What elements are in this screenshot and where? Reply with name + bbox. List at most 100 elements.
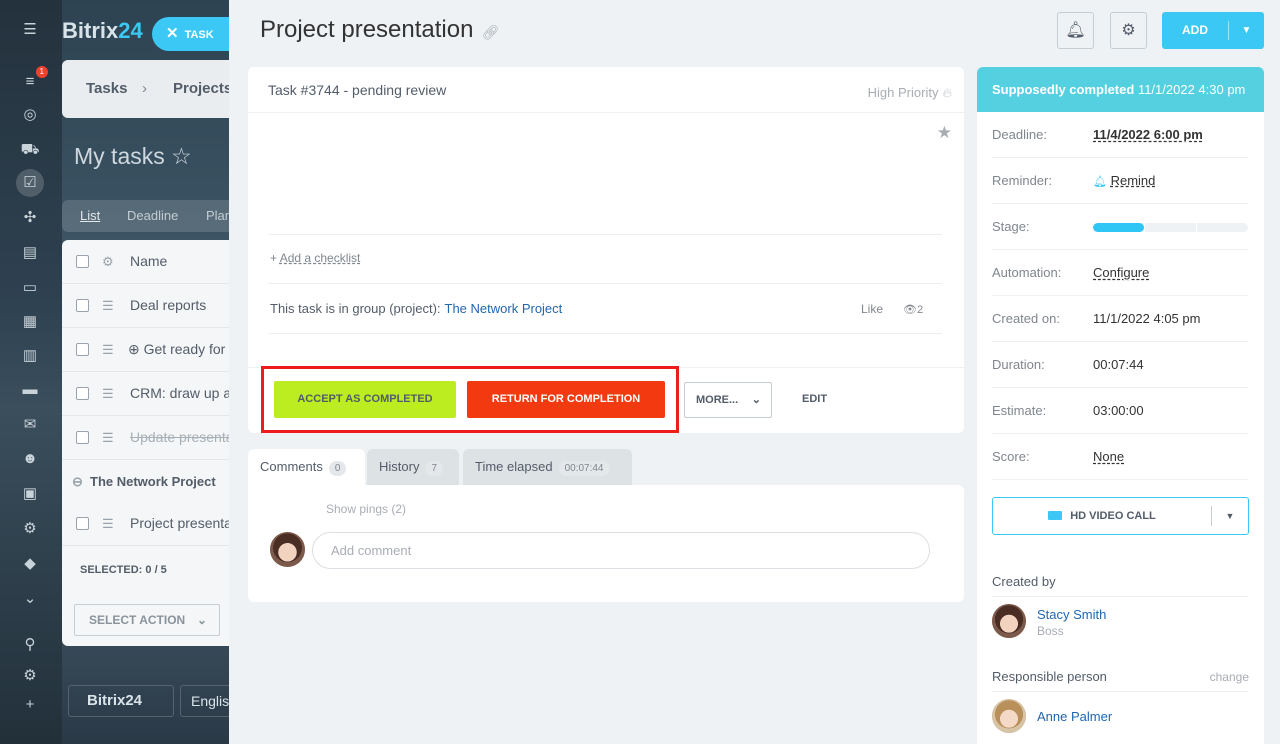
return-for-completion-button[interactable]: RETURN FOR COMPLETION: [467, 381, 665, 418]
responsible-label: Responsible person: [992, 669, 1107, 684]
link-icon[interactable]: 🔗︎: [481, 24, 499, 40]
duration-row: Duration: 00:07:44: [992, 342, 1248, 388]
chevron-down-icon: ⌄: [751, 394, 761, 406]
robot-icon[interactable]: ⚙: [20, 519, 40, 539]
responsible-name[interactable]: Anne Palmer: [1037, 709, 1112, 724]
bell-icon: 🔔︎: [1093, 176, 1107, 188]
select-action-dropdown[interactable]: SELECT ACTION ⌄: [74, 604, 220, 636]
calendar-icon[interactable]: ▦: [20, 312, 40, 332]
target-icon[interactable]: ◎: [20, 105, 40, 125]
more-icon[interactable]: ⌄: [20, 589, 40, 609]
deadline-row: Deadline: 11/4/2022 6:00 pm: [992, 112, 1248, 158]
creator-role: Boss: [1037, 624, 1064, 638]
divider: [992, 596, 1248, 597]
deadline-value[interactable]: 11/4/2022 6:00 pm: [1093, 127, 1203, 142]
tasks-icon[interactable]: ☑: [16, 169, 44, 197]
hd-video-call-button[interactable]: HD VIDEO CALL ▼: [992, 497, 1249, 535]
avatar[interactable]: [992, 699, 1026, 733]
table-row[interactable]: ☰ CRM: draw up a: [62, 372, 231, 416]
task-card: Task #3744 - pending review High Priorit…: [248, 67, 964, 433]
table-row[interactable]: ☰ Deal reports: [62, 284, 230, 328]
tab-history[interactable]: History 7: [367, 449, 459, 485]
task-slider: Project presentation 🔗︎ 🔔︎ ⚙ ADD ▼ Task #…: [229, 0, 1280, 744]
tab-list[interactable]: List: [80, 208, 100, 223]
menu-icon[interactable]: ☰: [102, 430, 114, 446]
activity-stream-icon[interactable]: ≡ 1: [20, 66, 48, 92]
settings-button[interactable]: ⚙: [1110, 12, 1147, 49]
add-button[interactable]: ADD ▼: [1162, 12, 1264, 49]
page-title: My tasks ☆: [74, 143, 192, 169]
view-tabs: List Deadline Plan: [62, 200, 232, 232]
chevron-down-icon[interactable]: ▼: [1212, 498, 1248, 534]
groups-icon[interactable]: ☻: [20, 449, 40, 469]
tab-comments[interactable]: Comments 0: [248, 449, 365, 485]
accept-as-completed-button[interactable]: ACCEPT AS COMPLETED: [274, 381, 456, 418]
change-link[interactable]: change: [1210, 670, 1249, 684]
comment-input[interactable]: Add comment: [312, 532, 930, 569]
star-icon[interactable]: ★: [937, 123, 952, 143]
feed-icon[interactable]: ▤: [20, 243, 40, 263]
grid-header: ⚙ Name: [62, 240, 230, 284]
table-row[interactable]: ☰ ⊕ Get ready for: [62, 328, 230, 372]
tab-deadline[interactable]: Deadline: [127, 208, 178, 223]
task-sidebar: Supposedly completed 11/1/2022 4:30 pm D…: [977, 67, 1264, 744]
bitrix-logo: Bitrix24: [62, 18, 143, 43]
add-checklist-link[interactable]: + Add a checklist: [270, 251, 360, 265]
row-checkbox[interactable]: [76, 343, 89, 356]
collapse-icon[interactable]: ⊖: [72, 474, 83, 490]
score-link[interactable]: None: [1093, 449, 1124, 464]
star-icon[interactable]: ☆: [171, 143, 192, 169]
mail-icon[interactable]: ✉: [20, 415, 40, 435]
task-header: Task #3744 - pending review High Priorit…: [248, 67, 964, 113]
avatar[interactable]: [992, 604, 1026, 638]
settings-icon[interactable]: ⚙: [20, 666, 40, 686]
subtask-plus-icon[interactable]: ⊕: [128, 341, 140, 357]
menu-icon[interactable]: ☰: [102, 298, 114, 314]
crumb-tasks[interactable]: Tasks: [86, 80, 127, 97]
stage-progress[interactable]: [1093, 223, 1248, 232]
crumb-projects[interactable]: Projects: [173, 80, 232, 97]
views-count: 👁︎2: [903, 304, 924, 316]
sitemap-icon[interactable]: ⚲: [20, 635, 40, 655]
menu-icon[interactable]: ☰: [102, 342, 114, 358]
edit-button[interactable]: EDIT: [802, 393, 827, 405]
row-checkbox[interactable]: [76, 299, 89, 312]
divider: [268, 333, 942, 334]
gear-icon: ⚙: [1121, 22, 1136, 39]
group-row[interactable]: ⊖ The Network Project: [62, 474, 230, 504]
creator-name[interactable]: Stacy Smith: [1037, 607, 1106, 622]
gear-icon[interactable]: ⚙: [102, 254, 114, 270]
document-icon[interactable]: ▥: [20, 346, 40, 366]
menu-icon[interactable]: ☰: [102, 386, 114, 402]
row-checkbox[interactable]: [76, 517, 89, 530]
footer-logo[interactable]: Bitrix24: [68, 685, 174, 717]
contact-card-icon[interactable]: ▣: [20, 484, 40, 504]
more-button[interactable]: MORE... ⌄: [684, 382, 772, 418]
cart-icon[interactable]: ⛟: [20, 140, 40, 160]
row-checkbox[interactable]: [76, 387, 89, 400]
task-name: Task #3744 - pending review: [268, 82, 447, 98]
chat-icon[interactable]: ▭: [20, 278, 40, 298]
chevron-down-icon[interactable]: ▼: [1229, 12, 1264, 49]
box-icon[interactable]: ◆: [20, 554, 40, 574]
show-pings-link[interactable]: Show pings (2): [326, 502, 406, 516]
estimate-row: Estimate: 03:00:00: [992, 388, 1248, 434]
bell-button[interactable]: 🔔︎: [1057, 12, 1094, 49]
priority-toggle[interactable]: High Priority 🔥︎: [868, 85, 952, 101]
close-task-pill[interactable]: ✕ TASK: [152, 17, 232, 51]
table-row[interactable]: ☰ Project presenta: [62, 502, 232, 546]
row-checkbox[interactable]: [76, 431, 89, 444]
hamburger-icon[interactable]: ☰: [20, 20, 40, 40]
sites-icon[interactable]: ✣: [20, 208, 40, 228]
select-all-checkbox[interactable]: [76, 255, 89, 268]
configure-link[interactable]: Configure: [1093, 265, 1149, 280]
remind-link[interactable]: 🔔︎ Remind: [1093, 173, 1155, 188]
language-selector[interactable]: Englis: [180, 685, 230, 717]
project-link[interactable]: The Network Project: [445, 301, 563, 316]
table-row[interactable]: ☰ Update presentat: [62, 416, 237, 460]
plus-icon[interactable]: +: [20, 695, 40, 715]
drive-icon[interactable]: ▬: [20, 380, 40, 400]
like-button[interactable]: Like: [861, 302, 883, 316]
tab-time-elapsed[interactable]: Time elapsed 00:07:44: [463, 449, 632, 485]
menu-icon[interactable]: ☰: [102, 516, 114, 532]
